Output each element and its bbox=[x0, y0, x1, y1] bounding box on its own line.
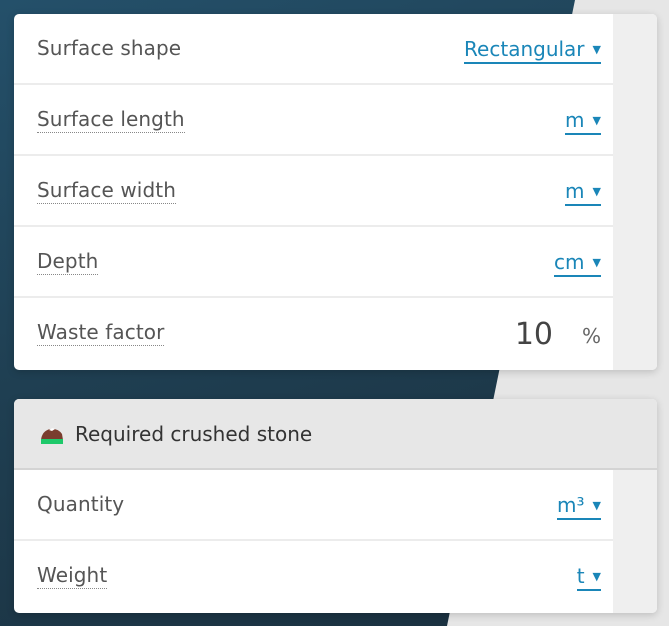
results-card: Required crushed stone Quantity m³ ▼ Weig… bbox=[14, 399, 657, 613]
unit-label: m bbox=[565, 108, 585, 132]
surface-width-input[interactable] bbox=[249, 173, 553, 211]
depth-input[interactable] bbox=[249, 244, 553, 282]
row-quantity: Quantity m³ ▼ bbox=[14, 470, 613, 541]
surface-shape-value: Rectangular bbox=[464, 37, 585, 61]
quantity-input[interactable] bbox=[249, 487, 553, 525]
results-title: Required crushed stone bbox=[75, 422, 313, 446]
weight-unit-dropdown[interactable]: t ▼ bbox=[576, 564, 601, 591]
unit-label: m bbox=[565, 179, 585, 203]
surface-width-label: Surface width bbox=[37, 178, 176, 204]
row-weight: Weight t ▼ bbox=[14, 541, 613, 612]
inputs-card: Surface shape Rectangular ▼ Surface lengt… bbox=[14, 14, 657, 370]
surface-shape-label: Surface shape bbox=[37, 36, 182, 60]
caret-down-icon: ▼ bbox=[592, 256, 601, 269]
unit-label: m³ bbox=[557, 493, 585, 517]
quantity-unit-dropdown[interactable]: m³ ▼ bbox=[557, 494, 601, 520]
surface-width-unit-dropdown[interactable]: m ▼ bbox=[565, 180, 601, 206]
waste-factor-input[interactable] bbox=[251, 315, 555, 353]
row-surface-width: Surface width m ▼ bbox=[14, 156, 613, 227]
depth-unit-dropdown[interactable]: cm ▼ bbox=[554, 251, 601, 277]
caret-down-icon: ▼ bbox=[592, 114, 601, 127]
surface-shape-dropdown[interactable]: Rectangular ▼ bbox=[464, 38, 601, 64]
row-depth: Depth cm ▼ bbox=[14, 227, 613, 298]
row-surface-shape: Surface shape Rectangular ▼ bbox=[14, 14, 613, 85]
unit-label: cm bbox=[554, 250, 585, 274]
row-surface-length: Surface length m ▼ bbox=[14, 85, 613, 156]
surface-length-input[interactable] bbox=[249, 102, 553, 140]
caret-down-icon: ▼ bbox=[592, 43, 601, 56]
crushed-stone-icon bbox=[41, 428, 63, 444]
surface-length-label: Surface length bbox=[37, 107, 185, 133]
depth-label: Depth bbox=[37, 249, 99, 275]
weight-input[interactable] bbox=[249, 558, 553, 596]
row-waste-factor: Waste factor % bbox=[14, 298, 613, 369]
quantity-label: Quantity bbox=[37, 492, 125, 516]
surface-length-unit-dropdown[interactable]: m ▼ bbox=[565, 109, 601, 135]
percent-unit: % bbox=[581, 324, 601, 348]
unit-label: t bbox=[576, 564, 585, 588]
weight-label: Weight bbox=[37, 563, 108, 589]
waste-factor-label: Waste factor bbox=[37, 320, 165, 346]
caret-down-icon: ▼ bbox=[592, 185, 601, 198]
caret-down-icon: ▼ bbox=[592, 499, 601, 512]
results-header: Required crushed stone bbox=[14, 399, 657, 470]
caret-down-icon: ▼ bbox=[592, 570, 601, 583]
